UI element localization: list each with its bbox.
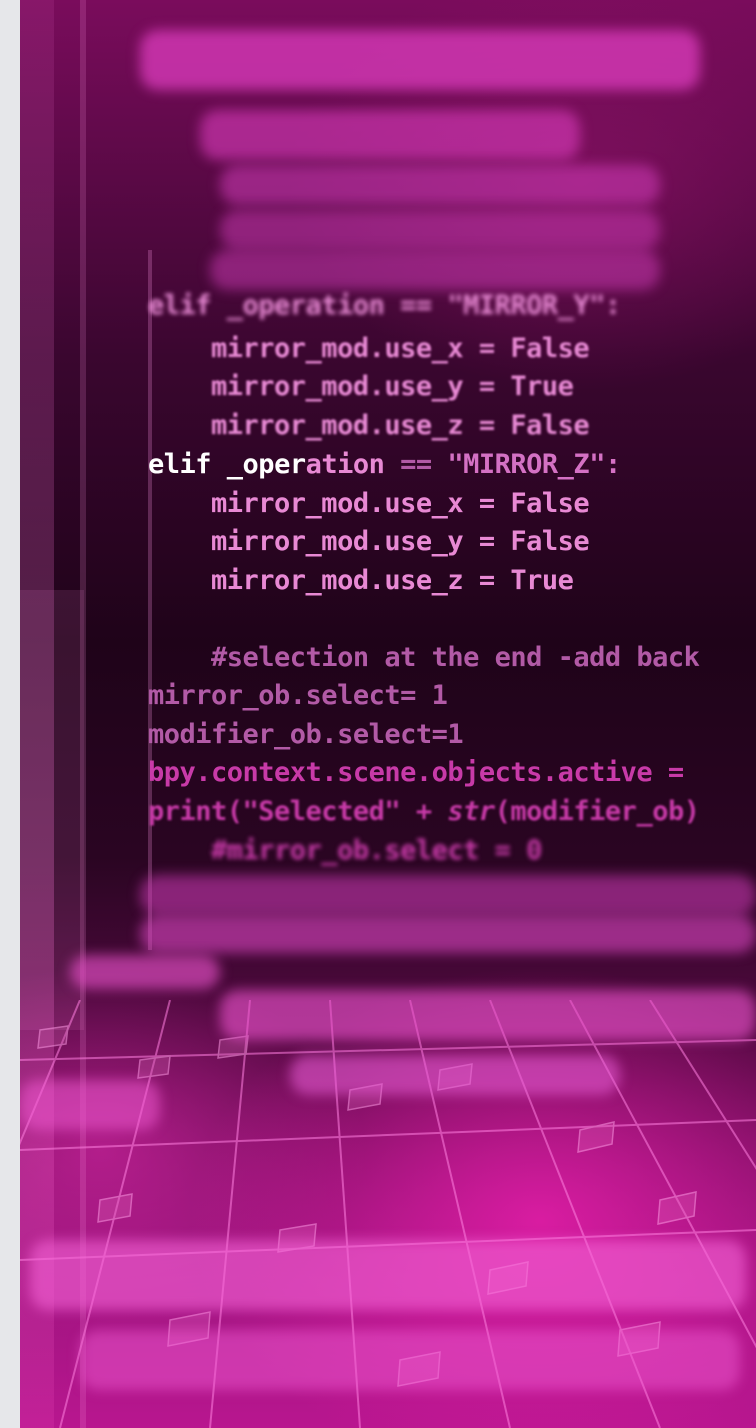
code-line: mirror_mod.use_x = False: [148, 333, 590, 364]
code-comment: #selection at the end -add back: [148, 642, 700, 673]
code-identifier: _oper: [226, 449, 306, 480]
code-identifier: ation: [305, 449, 385, 480]
code-line: mirror_mod.use_x = False: [148, 488, 590, 519]
code-operator: ==: [384, 449, 448, 480]
code-line: mirror_mod.use_y = False: [148, 526, 590, 557]
code-keyword: elif: [148, 449, 212, 480]
code-line: print("Selected" + str(modifier_ob): [148, 796, 700, 828]
code-line: mirror_mod.use_z = True: [148, 565, 574, 596]
code-line: mirror_mod.use_z = False: [148, 410, 590, 441]
code-line: modifier_ob.select=1: [148, 719, 464, 750]
code-line: elif _operation == "MIRROR_Y":: [148, 290, 621, 321]
code-string: "MIRROR_Z":: [447, 449, 621, 480]
code-text: (modifier_ob): [494, 796, 700, 827]
code-function: str: [447, 796, 495, 827]
code-comment: #mirror_ob.select = 0: [148, 835, 542, 866]
code-photo: elif _operation == "MIRROR_Y": mirror_mo…: [20, 0, 756, 1428]
code-line: mirror_mod.use_y = True: [148, 371, 574, 402]
code-listing: elif _operation == "MIRROR_Y": mirror_mo…: [20, 0, 756, 1428]
code-line: mirror_ob.select= 1: [148, 680, 448, 711]
code-text: print("Selected" +: [148, 796, 448, 827]
code-line-highlighted: elif _operation == "MIRROR_Z":: [148, 449, 621, 481]
code-line: bpy.context.scene.objects.active =: [148, 757, 684, 788]
